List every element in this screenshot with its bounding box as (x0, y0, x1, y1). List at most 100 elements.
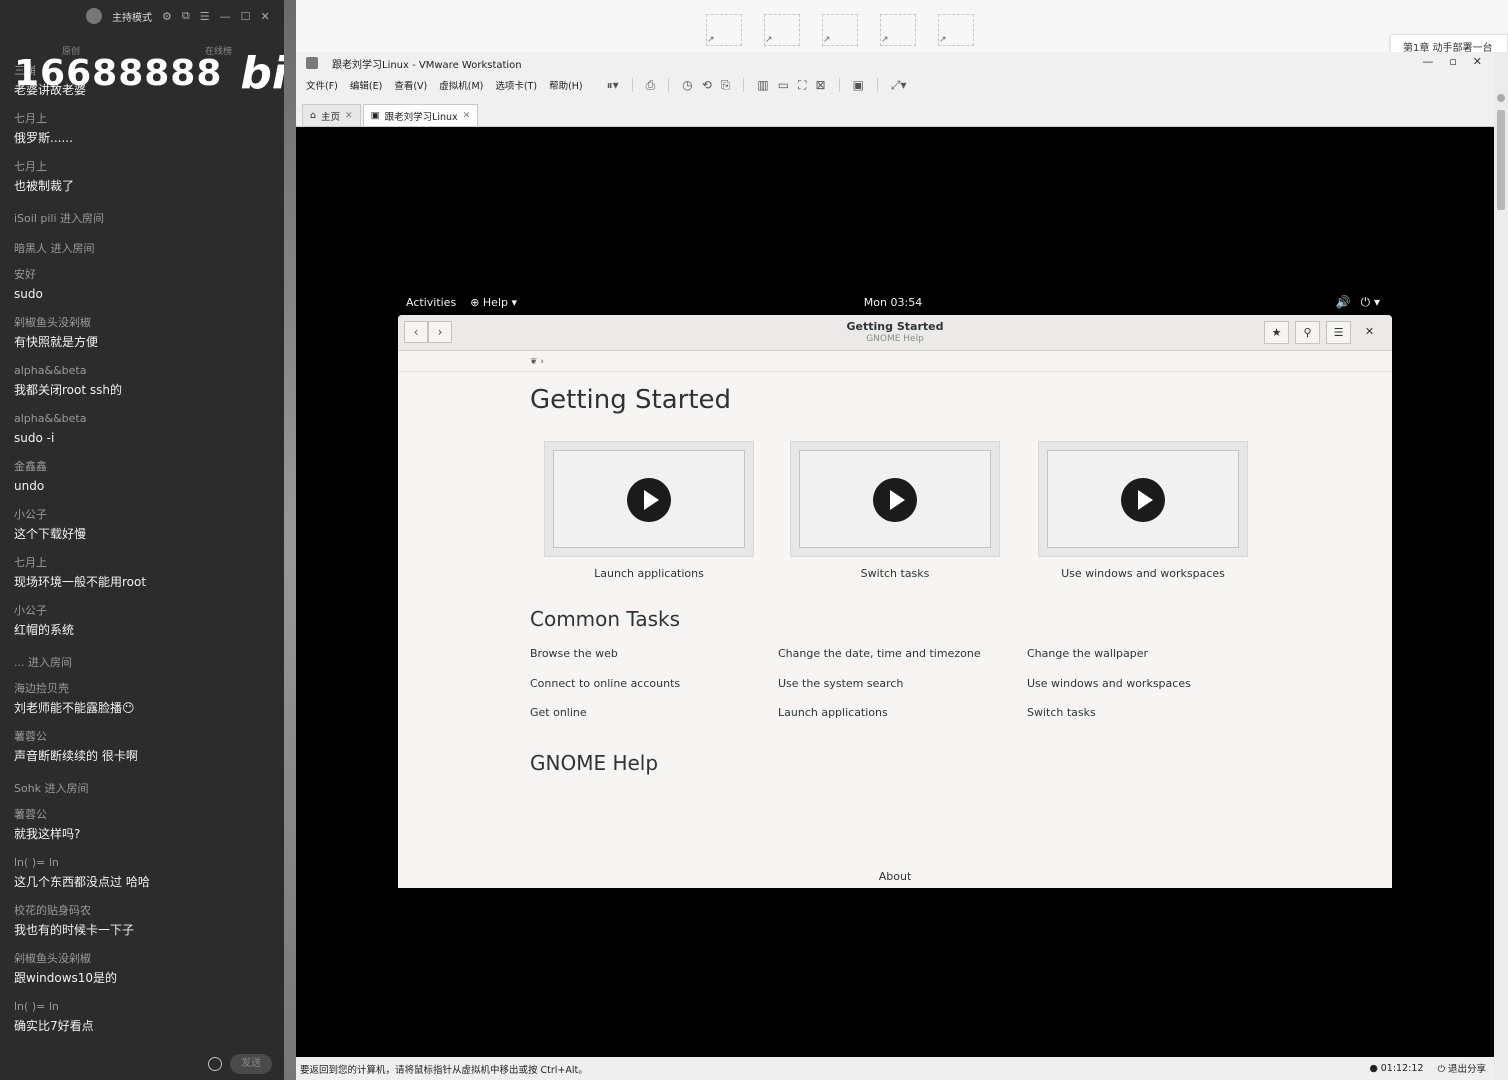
console-view-icon[interactable]: ▣ (853, 78, 864, 93)
chat-username[interactable]: 小公子 (14, 506, 276, 524)
chat-username[interactable]: 金鑫鑫 (14, 458, 276, 476)
share-controls: ● 01:12:12 ⏻ 退出分享 (1369, 1061, 1486, 1076)
tab-linux-vm[interactable]: ▣ 跟老刘学习Linux ✕ (362, 104, 479, 126)
close-tab-icon[interactable]: ✕ (345, 111, 353, 121)
close-icon[interactable]: ✕ (1473, 55, 1482, 68)
close-tab-icon[interactable]: ✕ (463, 111, 471, 121)
popout-icon[interactable]: ⧉ (182, 9, 190, 23)
settings-icon[interactable]: ⚙ (162, 10, 172, 23)
thumbnail-bar-icon[interactable]: ▭ (778, 78, 789, 93)
host-mode-label[interactable]: 主持模式 (112, 9, 152, 24)
close-icon[interactable]: ✕ (260, 10, 269, 23)
exit-share-button[interactable]: ⏻ 退出分享 (1437, 1061, 1486, 1075)
menu-view[interactable]: 查看(V) (394, 78, 427, 92)
emoji-icon[interactable] (208, 1057, 222, 1071)
maximize-icon[interactable]: ▫ (1449, 55, 1456, 68)
task-link[interactable]: Use the system search (778, 677, 903, 690)
send-ctrl-alt-del-icon[interactable]: ⎙ (646, 78, 656, 93)
chat-username[interactable]: 七月上 (14, 110, 276, 128)
task-link[interactable]: Launch applications (778, 706, 888, 719)
shortcut-arrow-icon: ↗ (765, 35, 773, 45)
play-icon[interactable] (627, 478, 671, 522)
chat-username[interactable]: 剁椒鱼头没剁椒 (14, 950, 276, 968)
chat-username[interactable]: alpha&&beta (14, 410, 276, 428)
unity-icon[interactable]: ⊠ (816, 78, 826, 93)
full-screen-icon[interactable]: ⛶ (798, 78, 806, 93)
avatar[interactable] (86, 8, 102, 24)
video-card[interactable]: Switch tasks (790, 441, 1000, 580)
list-icon[interactable]: ☰ (200, 10, 210, 23)
chat-username[interactable]: 七月上 (14, 554, 276, 572)
task-link[interactable]: Switch tasks (1027, 706, 1096, 719)
shortcut-arrow-icon: ↗ (881, 35, 889, 45)
video-thumbnail[interactable] (1038, 441, 1248, 557)
bookmark-star-icon[interactable]: ★ (1264, 321, 1289, 344)
clock[interactable]: Mon 03:54 (398, 296, 1388, 309)
snapshot-icon[interactable]: ◷ (682, 78, 692, 93)
chat-text: 刘老师能不能露脸播😶 (14, 701, 135, 715)
snapshot-manager-icon[interactable]: ⎘ (721, 78, 731, 93)
chat-username[interactable]: 安好 (14, 266, 276, 284)
chat-username[interactable]: 薯蓉公 (14, 728, 276, 746)
hamburger-menu-icon[interactable]: ☰ (1326, 321, 1351, 344)
system-tray[interactable]: 🔊 ⏻ ▾ (1336, 295, 1380, 310)
tab-home[interactable]: ⌂ 主页 ✕ (302, 104, 361, 126)
chat-message: 海边捡贝壳刘老师能不能露脸播😶 (14, 680, 276, 728)
vm-screen[interactable]: Activities ⊕ Help ▾ Mon 03:54 🔊 ⏻ ▾ ‹ › … (296, 127, 1494, 1057)
video-caption[interactable]: Use windows and workspaces (1038, 567, 1248, 580)
maximize-icon[interactable]: ☐ (241, 10, 251, 23)
chat-message-list: 三崩 老婆讲故老婆 七月上 俄罗斯...... 七月上 也被制裁了 iSoil pili 进… (14, 62, 276, 1046)
task-link[interactable]: Browse the web (530, 647, 618, 660)
task-link[interactable]: Get online (530, 706, 587, 719)
background-scrollbar[interactable] (1494, 52, 1508, 1080)
show-library-icon[interactable]: ▥ (757, 78, 768, 93)
desktop-thumbnail[interactable]: ↗ (764, 14, 800, 46)
chat-username[interactable]: 薯蓉公 (14, 806, 276, 824)
play-icon[interactable] (873, 478, 917, 522)
search-icon[interactable]: ⚲ (1295, 321, 1320, 344)
desktop-thumbnail[interactable]: ↗ (938, 14, 974, 46)
play-icon[interactable] (1121, 478, 1165, 522)
minimize-icon[interactable]: — (220, 10, 231, 23)
video-caption[interactable]: Launch applications (544, 567, 754, 580)
menu-tabs[interactable]: 选项卡(T) (495, 78, 537, 92)
close-icon[interactable]: ✕ (1357, 321, 1382, 344)
revert-snapshot-icon[interactable]: ⟲ (702, 78, 712, 93)
minimize-icon[interactable]: — (1422, 55, 1433, 68)
chat-username[interactable]: 剁椒鱼头没剁椒 (14, 314, 276, 332)
scrollbar-thumb[interactable] (1497, 110, 1505, 210)
chat-username[interactable]: ln( )= ln (14, 854, 276, 872)
pause-icon[interactable]: ⏸▾ (607, 78, 619, 93)
video-thumbnail[interactable] (544, 441, 754, 557)
chat-message: 七月上 也被制裁了 (14, 158, 276, 206)
stretch-guest-icon[interactable]: ⤢▾ (891, 78, 907, 93)
section-heading-common-tasks: Common Tasks (530, 607, 681, 631)
menu-help[interactable]: 帮助(H) (549, 78, 583, 92)
video-card[interactable]: Launch applications (544, 441, 754, 580)
help-headerbar: ‹ › Getting Started GNOME Help ★ ⚲ ☰ ✕ (398, 315, 1392, 351)
video-card[interactable]: Use windows and workspaces (1038, 441, 1248, 580)
home-breadcrumb-icon[interactable]: ❦ › (530, 357, 544, 367)
task-link[interactable]: Change the date, time and timezone (778, 647, 981, 660)
about-link[interactable]: About (398, 870, 1392, 883)
task-link[interactable]: Change the wallpaper (1027, 647, 1148, 660)
task-link[interactable]: Connect to online accounts (530, 677, 680, 690)
send-button[interactable]: 发送 (230, 1054, 272, 1074)
chat-username[interactable]: alpha&&beta (14, 362, 276, 380)
toolbar-separator (876, 77, 878, 92)
menu-edit[interactable]: 编辑(E) (350, 78, 382, 92)
chat-username[interactable]: ln( )= ln (14, 998, 276, 1016)
help-window-subtitle: GNOME Help (866, 334, 924, 344)
menu-file[interactable]: 文件(F) (306, 78, 338, 92)
task-link[interactable]: Use windows and workspaces (1027, 677, 1191, 690)
video-thumbnail[interactable] (790, 441, 1000, 557)
chat-username[interactable]: 七月上 (14, 158, 276, 176)
chat-username[interactable]: 海边捡贝壳 (14, 680, 276, 698)
chat-username[interactable]: 校花的贴身码农 (14, 902, 276, 920)
chat-username[interactable]: 小公子 (14, 602, 276, 620)
desktop-thumbnail[interactable]: ↗ (822, 14, 858, 46)
desktop-thumbnail[interactable]: ↗ (880, 14, 916, 46)
desktop-thumbnail[interactable]: ↗ (706, 14, 742, 46)
menu-vm[interactable]: 虚拟机(M) (439, 78, 483, 92)
video-caption[interactable]: Switch tasks (790, 567, 1000, 580)
